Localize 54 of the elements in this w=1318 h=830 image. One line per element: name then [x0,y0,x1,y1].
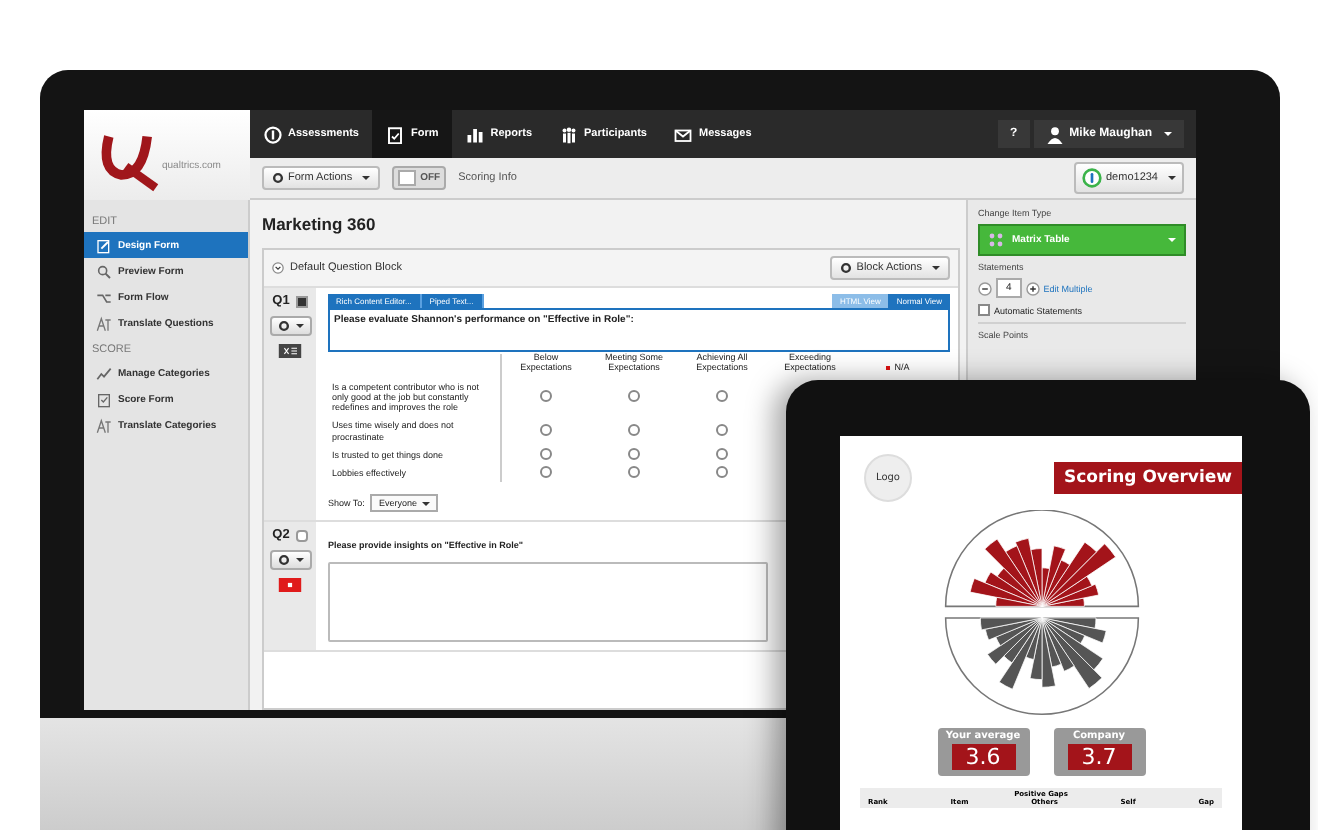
translate-icon [96,417,112,433]
account-icon [1082,168,1102,189]
trend-line-icon [96,365,112,381]
grid-icon [988,232,1004,248]
score-value: 3.7 [1067,744,1131,770]
report-title: Scoring Overview [1054,462,1242,494]
radio-button[interactable] [716,424,728,437]
radio-button[interactable] [716,465,728,478]
pencil-icon [96,237,112,253]
caret-icon [362,176,371,181]
radio-button[interactable] [716,447,728,460]
collapse-icon[interactable] [272,262,284,274]
gear-icon [840,262,853,274]
checkbox[interactable] [978,304,990,316]
caret-icon [1168,176,1176,181]
radio-button[interactable] [628,424,640,437]
radio-button[interactable] [540,465,552,478]
question-settings-button[interactable] [269,316,311,336]
plus-icon[interactable] [1025,281,1040,295]
envelope-icon [674,125,693,144]
clipboard-icon [386,125,405,144]
gear-icon [272,172,284,185]
radio-button[interactable] [628,390,640,403]
caret-icon [1164,132,1172,137]
caret-icon [422,501,431,506]
radio-button[interactable] [540,447,552,460]
gear-icon [277,320,289,332]
translate-icon [96,315,112,331]
question-settings-button[interactable] [269,550,311,571]
bar-chart-icon [466,125,485,144]
answer-box[interactable] [328,562,768,643]
radio-button[interactable] [540,424,552,437]
radio-button[interactable] [628,465,640,478]
caret-icon [295,324,303,328]
matrix-type-icon [278,344,302,358]
person-icon [1045,125,1064,144]
caret-icon [1168,238,1176,242]
checklist-icon [96,391,112,407]
score-value: 3.6 [951,744,1015,770]
radio-button[interactable] [716,390,728,403]
flow-icon [96,289,112,305]
question-checkbox[interactable] [295,529,308,542]
people-icon [560,125,578,144]
radio-button[interactable] [628,447,640,460]
radio-button[interactable] [540,390,552,403]
form-title: Marketing 360 [262,212,378,238]
gear-icon [277,554,289,567]
info-icon [264,125,282,144]
minus-icon[interactable] [978,281,992,295]
caret-icon [295,558,303,563]
text-entry-type-icon [278,578,302,593]
search-icon [96,263,112,279]
question-checkbox[interactable] [295,295,308,307]
caret-icon [932,266,940,270]
